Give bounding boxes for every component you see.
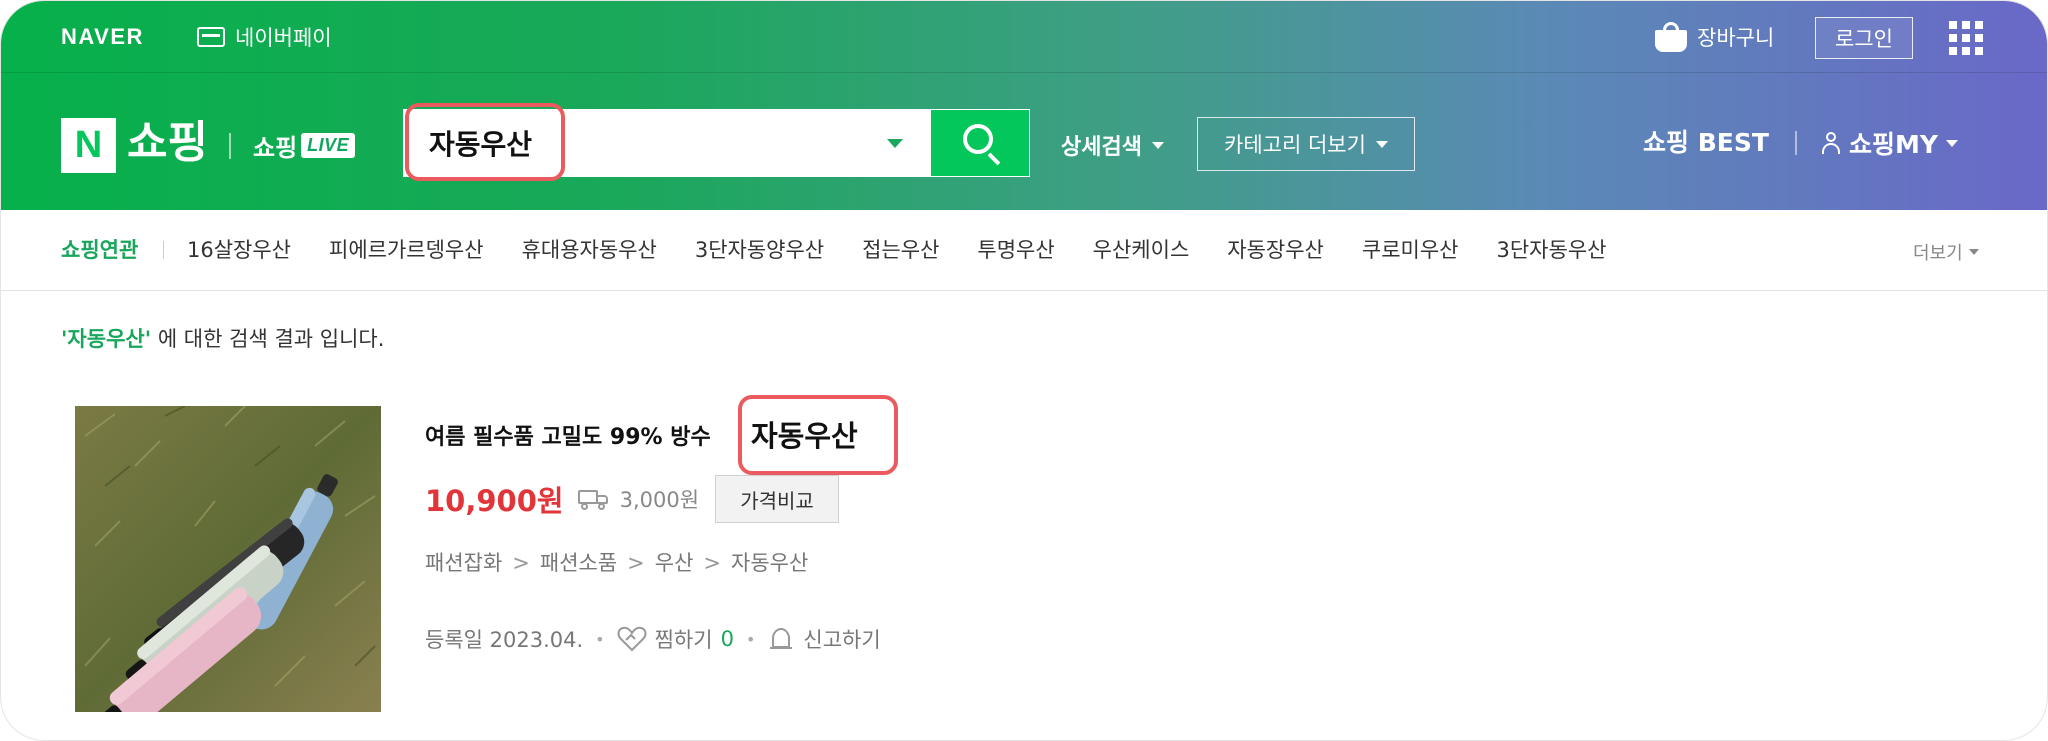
related-keyword[interactable]: 자동장우산 [1227, 234, 1324, 266]
breadcrumb-item[interactable]: 패션잡화 [425, 547, 502, 579]
header-divider [1795, 131, 1797, 155]
live-badge: LIVE [301, 132, 356, 158]
cart-link[interactable]: 장바구니 [1655, 19, 1774, 55]
related-keyword[interactable]: 3단자동양우산 [695, 234, 824, 266]
related-keyword-list: 16살장우산 피에르가르뎅우산 휴대용자동우산 3단자동양우산 접는우산 투명우… [187, 234, 1606, 266]
related-keywords-bar: 쇼핑연관 16살장우산 피에르가르뎅우산 휴대용자동우산 3단자동양우산 접는우… [1, 210, 2047, 291]
shopping-best-link[interactable]: 쇼핑 BEST [1643, 123, 1769, 163]
product-meta-row: 등록일 2023.04. • 찜하기 0 • 신고하기 [425, 621, 881, 657]
product-title-keyword[interactable]: 자동우산 [751, 413, 858, 459]
delivery-truck-icon [577, 488, 610, 510]
top-bar: NAVER 네이버페이 장바구니 로그인 [1, 1, 2047, 73]
search-dropdown-icon[interactable] [887, 139, 903, 148]
result-suffix: 에 대한 검색 결과 입니다. [151, 327, 385, 351]
header-divider [229, 133, 231, 159]
detail-search-button[interactable]: 상세검색 [1061, 125, 1164, 165]
caret-down-icon [1968, 249, 1979, 255]
product-price: 10,900원 [425, 484, 564, 518]
cart-label: 장바구니 [1697, 26, 1775, 50]
search-result-summary: '자동우산' 에 대한 검색 결과 입니다. [61, 323, 384, 355]
report-button[interactable]: 신고하기 [767, 624, 881, 654]
registered-date: 등록일 2023.04. [425, 628, 584, 652]
breadcrumb-separator: > [703, 551, 722, 575]
detail-search-label: 상세검색 [1061, 135, 1142, 160]
related-keyword[interactable]: 접는우산 [862, 234, 939, 266]
price-compare-button[interactable]: 가격비교 [715, 475, 840, 523]
related-divider [163, 241, 164, 259]
related-keyword[interactable]: 쿠로미우산 [1362, 234, 1459, 266]
search-input[interactable] [429, 109, 859, 177]
search-icon [963, 124, 993, 154]
login-button[interactable]: 로그인 [1815, 17, 1913, 59]
related-keyword[interactable]: 피에르가르뎅우산 [329, 234, 484, 266]
naver-pay-label: 네이버페이 [235, 26, 332, 50]
breadcrumb-item[interactable]: 자동우산 [731, 547, 808, 579]
product-thumbnail[interactable] [75, 406, 381, 712]
category-breadcrumb: 패션잡화 > 패션소품 > 우산 > 자동우산 [425, 547, 808, 579]
meta-separator: • [745, 629, 756, 649]
product-title-prefix: 여름 필수품 고밀도 99% 방수 [425, 425, 711, 450]
caret-down-icon [1945, 139, 1958, 147]
result-keyword: '자동우산' [61, 327, 152, 351]
product-title[interactable]: 여름 필수품 고밀도 99% 방수 [425, 415, 711, 455]
shopping-live-link[interactable]: 쇼핑 LIVE [253, 125, 356, 165]
shipping-fee: 3,000원 [619, 488, 700, 512]
related-more-label: 더보기 [1913, 243, 1963, 264]
main-bar: N 쇼핑 쇼핑 LIVE 상세검색 카테고리 더보기 [1, 73, 2047, 210]
app-window: NAVER 네이버페이 장바구니 로그인 N 쇼핑 쇼핑 LIVE 자동우산 상… [0, 0, 2048, 741]
related-label: 쇼핑연관 [61, 238, 139, 262]
shopping-bag-icon [1655, 22, 1687, 52]
shopping-my-label: 쇼핑MY [1849, 130, 1938, 159]
shopping-title[interactable]: 쇼핑 [127, 113, 208, 173]
related-keyword[interactable]: 우산케이스 [1093, 234, 1190, 266]
related-keyword[interactable]: 투명우산 [977, 234, 1054, 266]
breadcrumb-separator: > [512, 551, 530, 575]
zzim-label: 찜하기 [654, 628, 713, 652]
apps-grid-icon[interactable] [1949, 21, 1983, 55]
person-icon [1821, 132, 1841, 154]
zzim-button[interactable]: 찜하기 0 [617, 624, 734, 654]
breadcrumb-item[interactable]: 우산 [655, 547, 694, 579]
category-more-button[interactable]: 카테고리 더보기 [1197, 117, 1415, 171]
related-keyword[interactable]: 휴대용자동우산 [522, 234, 657, 266]
report-label: 신고하기 [803, 628, 881, 652]
header: NAVER 네이버페이 장바구니 로그인 N 쇼핑 쇼핑 LIVE 자동우산 상… [1, 1, 2047, 210]
search-button[interactable] [930, 109, 1030, 177]
umbrella-photo [75, 406, 381, 712]
zzim-count: 0 [720, 627, 734, 651]
related-keyword[interactable]: 3단자동우산 [1497, 234, 1607, 266]
heart-icon [617, 626, 647, 652]
breadcrumb-separator: > [627, 551, 645, 575]
meta-separator: • [595, 629, 605, 649]
related-keyword[interactable]: 16살장우산 [187, 234, 291, 266]
category-more-label: 카테고리 더보기 [1224, 133, 1366, 157]
wallet-icon [197, 27, 225, 47]
siren-icon [770, 627, 793, 649]
related-more-button[interactable]: 더보기 [1913, 238, 1979, 266]
price-row: 10,900원 3,000원 가격비교 [425, 475, 840, 523]
caret-down-icon [1375, 140, 1388, 148]
breadcrumb-item[interactable]: 패션소품 [540, 547, 617, 579]
search-box [403, 109, 930, 177]
naver-n-logo[interactable]: N [61, 118, 116, 173]
shopping-live-prefix: 쇼핑 [253, 133, 298, 162]
shopping-my-menu[interactable]: 쇼핑MY [1821, 123, 1958, 163]
caret-down-icon [1151, 141, 1164, 149]
naver-pay-link[interactable]: 네이버페이 [197, 21, 332, 53]
naver-logo[interactable]: NAVER [61, 23, 144, 51]
